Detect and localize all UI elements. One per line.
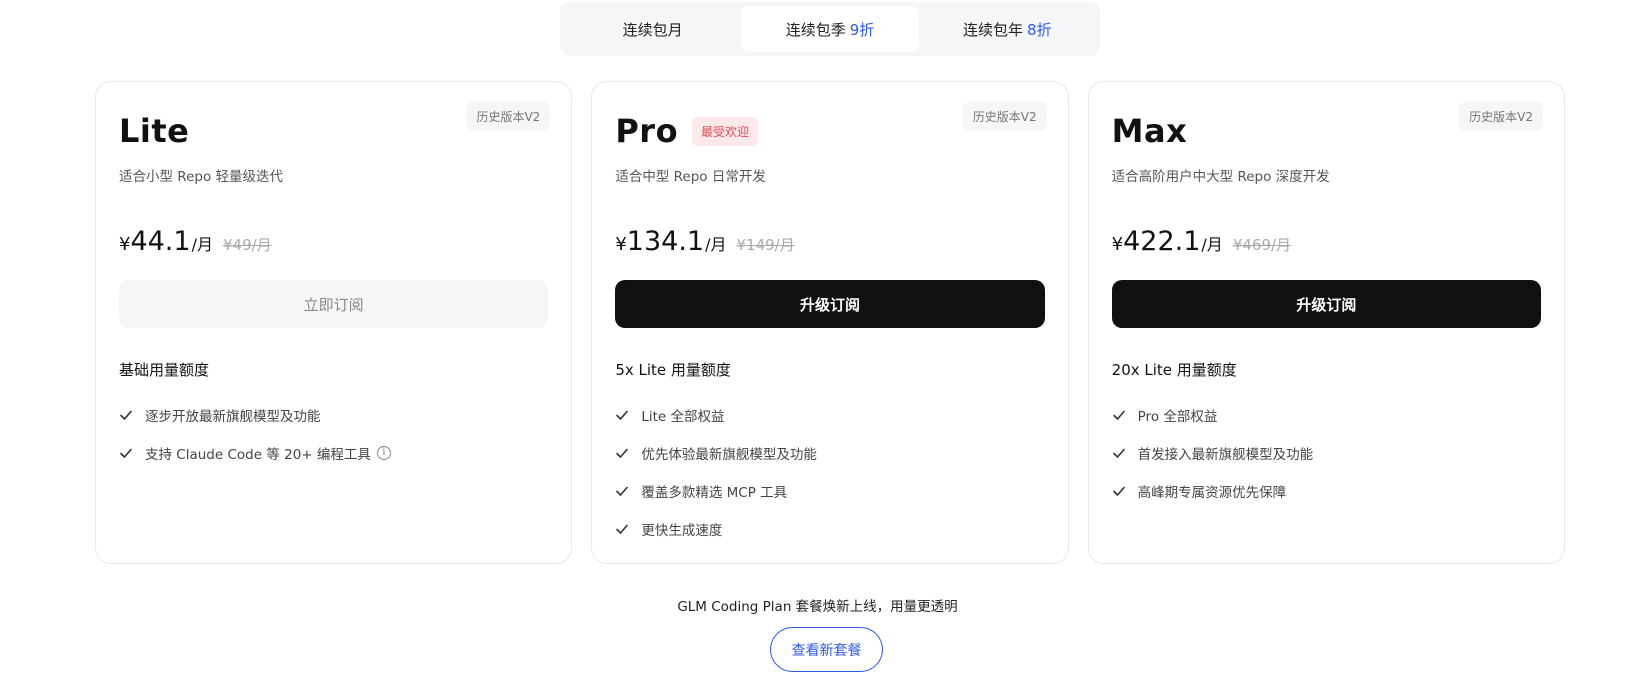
discount-label: 9折 [849, 20, 875, 39]
plan-title-row: Max [1112, 112, 1188, 150]
info-icon[interactable]: i [376, 446, 391, 460]
check-icon [119, 408, 133, 422]
upgrade-button[interactable]: 升级订阅 [615, 280, 1045, 328]
check-icon [119, 446, 133, 460]
feature-text: 优先体验最新旗舰模型及功能 [641, 447, 817, 463]
plan-card-max: 历史版本V2 Max 适合高阶用户中大型 Repo 深度开发 ¥ 422.1 /… [1087, 81, 1565, 564]
quota-title: 20x Lite 用量额度 [1111, 361, 1237, 379]
feature-list: Pro 全部权益 首发接入最新旗舰模型及功能 高峰期专属资源优先保障 [1112, 396, 1314, 510]
popular-badge: 最受欢迎 [692, 116, 759, 146]
check-icon [615, 408, 629, 422]
announcement-text: GLM Coding Plan 套餐焕新上线，用量更透明 [677, 599, 958, 615]
feature-item: 逐步开放最新旗舰模型及功能 [119, 396, 391, 434]
price-value: 134.1 [626, 226, 705, 257]
plan-description: 适合小型 Repo 轻量级迭代 [119, 169, 283, 185]
plan-title-row: Lite [119, 112, 189, 150]
check-icon [615, 484, 629, 498]
version-badge: 历史版本V2 [466, 102, 551, 131]
plan-description: 适合高阶用户中大型 Repo 深度开发 [1111, 169, 1330, 185]
discount-label: 8折 [1027, 20, 1052, 39]
tab-yearly[interactable]: 连续包年 8折 [919, 6, 1096, 52]
plan-name: Lite [119, 112, 190, 150]
price-row: ¥ 44.1 /月 ¥49/月 [119, 226, 272, 257]
feature-list: Lite 全部权益 优先体验最新旗舰模型及功能 覆盖多款精选 MCP 工具 更快… [615, 396, 817, 548]
plan-title-row: Pro 最受欢迎 [615, 112, 759, 150]
feature-text: 逐步开放最新旗舰模型及功能 [145, 409, 321, 425]
price-row: ¥ 134.1 /月 ¥149/月 [615, 226, 794, 257]
feature-item: 支持 Claude Code 等 20+ 编程工具 i [119, 434, 391, 472]
billing-period-tabs: 连续包月 连续包季 9折 连续包年 8折 [560, 2, 1100, 56]
price-value: 422.1 [1123, 226, 1201, 257]
check-icon [1112, 446, 1126, 460]
quota-title: 基础用量额度 [119, 361, 210, 379]
price-unit: /月 [191, 235, 213, 254]
original-price: ¥469/月 [1232, 236, 1292, 254]
price-value: 44.1 [130, 226, 191, 257]
tab-label: 连续包季 [785, 20, 846, 39]
pricing-page: 连续包月 连续包季 9折 连续包年 8折 历史版本V2 Lite 适合小型 Re… [0, 0, 1635, 676]
price-unit: /月 [705, 235, 727, 254]
price-currency: ¥ [615, 234, 627, 255]
feature-item: 首发接入最新旗舰模型及功能 [1112, 434, 1314, 472]
version-badge: 历史版本V2 [962, 102, 1047, 131]
feature-text: 更快生成速度 [641, 523, 723, 539]
upgrade-button[interactable]: 升级订阅 [1111, 280, 1541, 328]
version-badge: 历史版本V2 [1459, 102, 1543, 131]
plan-card-pro: 历史版本V2 Pro 最受欢迎 适合中型 Repo 日常开发 ¥ 134.1 /… [591, 81, 1069, 564]
plan-description: 适合中型 Repo 日常开发 [615, 169, 766, 185]
plan-cards: 历史版本V2 Lite 适合小型 Repo 轻量级迭代 ¥ 44.1 /月 ¥4… [95, 81, 1565, 564]
tab-quarterly[interactable]: 连续包季 9折 [741, 6, 919, 52]
quota-title: 5x Lite 用量额度 [615, 361, 731, 379]
feature-text: Pro 全部权益 [1137, 409, 1218, 425]
feature-item: 高峰期专属资源优先保障 [1112, 472, 1314, 510]
feature-text: Lite 全部权益 [641, 409, 725, 425]
check-icon [615, 522, 629, 536]
price-row: ¥ 422.1 /月 ¥469/月 [1112, 226, 1291, 257]
feature-item: 覆盖多款精选 MCP 工具 [615, 472, 817, 510]
plan-card-lite: 历史版本V2 Lite 适合小型 Repo 轻量级迭代 ¥ 44.1 /月 ¥4… [95, 81, 573, 564]
feature-text: 首发接入最新旗舰模型及功能 [1137, 447, 1314, 463]
feature-text: 覆盖多款精选 MCP 工具 [641, 485, 788, 501]
view-new-plans-button[interactable]: 查看新套餐 [770, 627, 883, 672]
tab-label: 连续包月 [622, 20, 683, 39]
price-currency: ¥ [119, 234, 131, 255]
check-icon [1112, 484, 1126, 498]
original-price: ¥49/月 [222, 236, 272, 254]
feature-list: 逐步开放最新旗舰模型及功能 支持 Claude Code 等 20+ 编程工具 … [119, 396, 391, 472]
tab-label: 连续包年 [963, 20, 1024, 39]
feature-item: 优先体验最新旗舰模型及功能 [615, 434, 817, 472]
feature-item: Lite 全部权益 [615, 396, 817, 434]
price-unit: /月 [1201, 235, 1223, 254]
feature-item: Pro 全部权益 [1112, 396, 1314, 434]
check-icon [615, 446, 629, 460]
plan-name: Pro [615, 112, 679, 150]
check-icon [1112, 408, 1126, 422]
feature-text: 高峰期专属资源优先保障 [1137, 485, 1287, 501]
price-currency: ¥ [1111, 234, 1124, 255]
original-price: ¥149/月 [736, 236, 795, 254]
feature-text: 支持 Claude Code 等 20+ 编程工具 [145, 447, 371, 463]
plan-name: Max [1111, 112, 1188, 150]
tab-monthly[interactable]: 连续包月 [564, 6, 741, 52]
feature-item: 更快生成速度 [615, 510, 817, 548]
subscribe-button[interactable]: 立即订阅 [119, 280, 549, 328]
